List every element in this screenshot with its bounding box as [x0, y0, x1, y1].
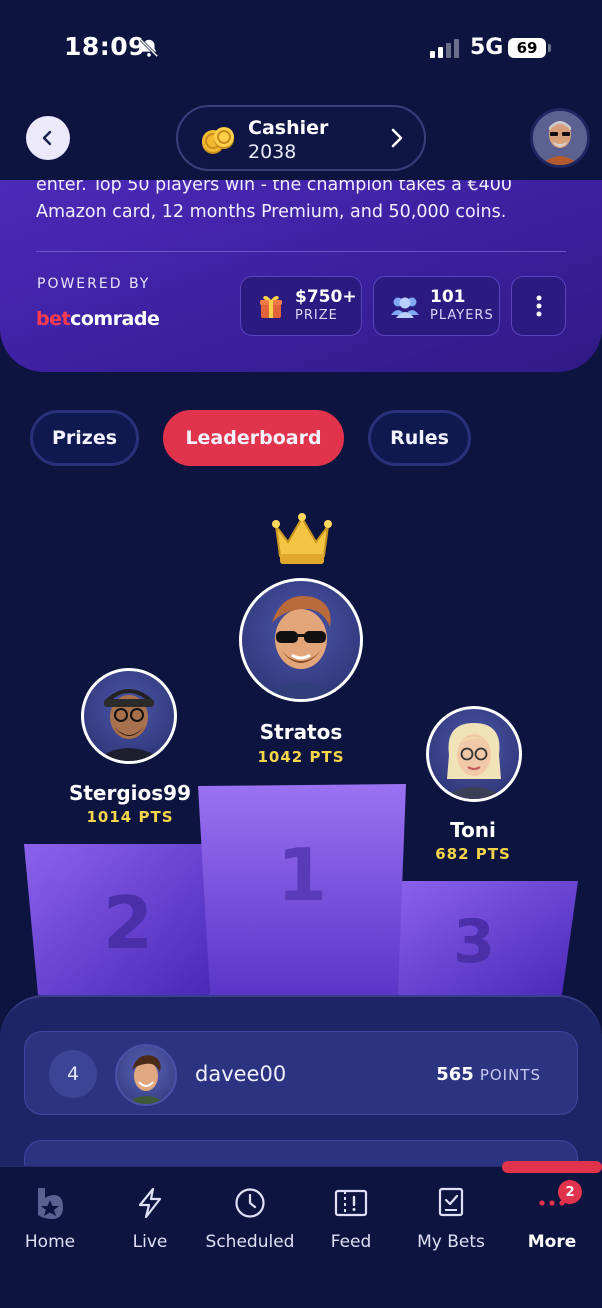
- network-label: 5G: [470, 35, 504, 60]
- active-tab-indicator: [502, 1161, 602, 1173]
- nav-feed-label: Feed: [330, 1232, 372, 1252]
- nav-more-label: More: [527, 1232, 577, 1252]
- nav-home[interactable]: Home: [0, 1186, 100, 1252]
- battery-icon: 69: [508, 38, 551, 58]
- chevron-left-icon: [42, 130, 52, 146]
- prize-label: PRIZE: [295, 308, 338, 323]
- signal-icon: [430, 38, 459, 58]
- status-bar: 18:09 5G 69: [0, 0, 602, 96]
- battery-level: 69: [516, 39, 538, 57]
- podium-rank-2: 2: [103, 881, 153, 965]
- coins-icon: [202, 127, 234, 154]
- first-place-avatar[interactable]: [239, 578, 363, 702]
- leaderboard-row[interactable]: 4 davee00 565 POINTS: [24, 1031, 578, 1115]
- row-points-unit: POINTS: [479, 1066, 541, 1084]
- back-button[interactable]: [26, 116, 70, 160]
- podium-rank-1: 1: [277, 833, 327, 917]
- notification-badge: 2: [558, 1180, 582, 1204]
- nav-live-label: Live: [132, 1232, 168, 1252]
- cashier-amount: 2038: [248, 141, 297, 163]
- cashier-button[interactable]: Cashier 2038: [176, 105, 426, 171]
- bell-muted-icon: [139, 38, 159, 58]
- row-username: davee00: [195, 1062, 287, 1086]
- row-avatar: [115, 1044, 177, 1106]
- lightning-icon: [138, 1187, 162, 1219]
- tab-prizes[interactable]: Prizes: [30, 410, 139, 466]
- tab-leaderboard[interactable]: Leaderboard: [163, 410, 344, 466]
- prize-chip[interactable]: $750+ PRIZE: [240, 276, 362, 336]
- divider: [36, 251, 566, 252]
- gift-icon: [260, 295, 282, 318]
- brand-bet: bet: [36, 308, 71, 330]
- nav-my-bets-label: My Bets: [417, 1232, 485, 1252]
- crown-icon: [272, 513, 332, 564]
- feed-ticket-icon: [334, 1189, 368, 1217]
- more-options-button[interactable]: [511, 276, 566, 336]
- user-avatar-icon: [94, 689, 164, 761]
- nav-live[interactable]: Live: [100, 1186, 200, 1252]
- bet-slip-icon: [438, 1187, 464, 1217]
- kebab-menu-icon: [536, 295, 541, 317]
- betcomrade-logo: betcomrade: [36, 308, 160, 330]
- home-logo-icon: [38, 1188, 63, 1219]
- user-avatar-icon: [533, 111, 587, 165]
- row-points-value: 565: [436, 1064, 474, 1085]
- profile-avatar[interactable]: [530, 108, 590, 168]
- cashier-label: Cashier: [248, 117, 329, 139]
- tournament-info-card: enter. Top 50 players win - the champion…: [0, 180, 602, 372]
- players-label: PLAYERS: [430, 308, 494, 323]
- podium-rank-3: 3: [453, 907, 495, 977]
- status-time: 18:09: [64, 32, 147, 61]
- nav-scheduled-label: Scheduled: [205, 1232, 295, 1252]
- user-avatar-icon: [125, 1055, 167, 1104]
- nav-more[interactable]: More: [502, 1186, 602, 1252]
- players-value: 101: [430, 287, 466, 307]
- players-chip[interactable]: 101 PLAYERS: [373, 276, 500, 336]
- podium: 2 1 3: [24, 784, 578, 995]
- tournament-description: enter. Top 50 players win - the champion…: [36, 180, 512, 222]
- second-place-avatar[interactable]: [81, 668, 177, 764]
- rank-badge: 4: [49, 1050, 97, 1098]
- chevron-right-icon: [391, 128, 403, 148]
- nav-my-bets[interactable]: My Bets: [401, 1186, 501, 1252]
- row-points: 565 POINTS: [436, 1064, 541, 1085]
- first-place-points: 1042 PTS: [257, 748, 345, 766]
- users-icon: [391, 297, 419, 318]
- user-avatar-icon: [260, 596, 342, 699]
- powered-by-label: POWERED BY: [37, 276, 151, 292]
- tab-rules[interactable]: Rules: [368, 410, 471, 466]
- first-place-name: Stratos: [259, 720, 343, 744]
- nav-home-label: Home: [24, 1232, 76, 1252]
- nav-scheduled[interactable]: Scheduled: [200, 1186, 300, 1252]
- prize-value: $750+: [295, 287, 357, 307]
- brand-comrade: comrade: [70, 308, 160, 330]
- nav-feed[interactable]: Feed: [301, 1186, 401, 1252]
- clock-icon: [235, 1188, 265, 1218]
